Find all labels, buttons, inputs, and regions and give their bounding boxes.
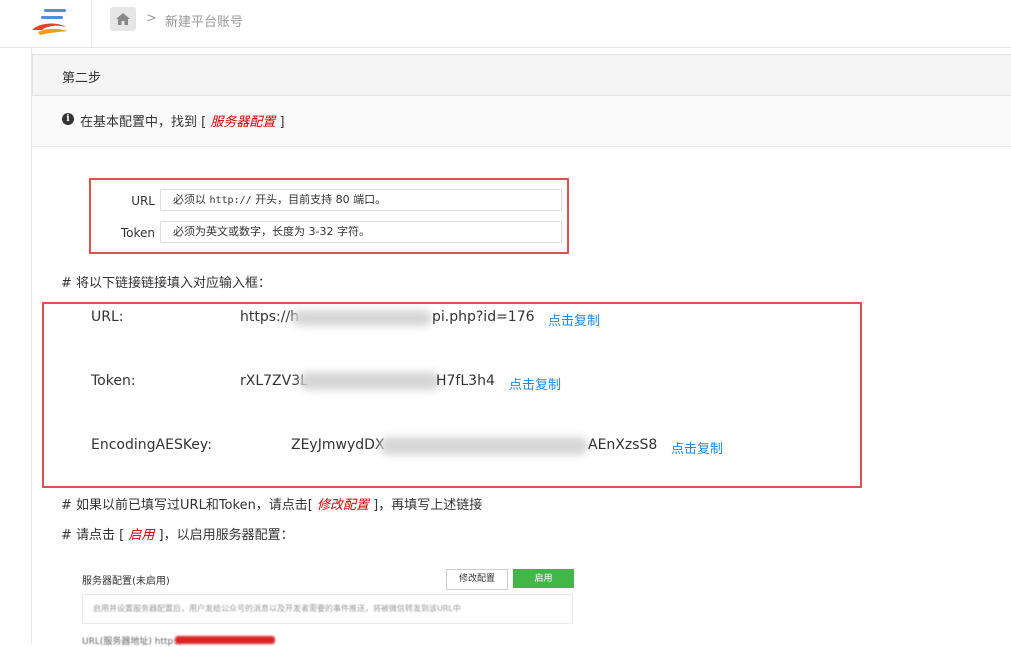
example-url-label: URL <box>131 194 155 208</box>
instruction-enable: # 请点击 [ 启用 ]，以启用服务器配置： <box>61 528 294 543</box>
redacted-aes-key <box>380 437 588 455</box>
breadcrumb-current: 新建平台账号 <box>165 15 244 30</box>
modify-config-button[interactable]: 修改配置 <box>446 569 508 590</box>
credentials-box <box>42 302 862 488</box>
highlight-modify-config: 修改配置 <box>317 498 370 513</box>
url-value-end: pi.php?id=176 <box>432 309 535 325</box>
logo-icon[interactable] <box>28 6 74 38</box>
highlight-enable: 启用 <box>128 528 155 543</box>
token-value-start: rXL7ZV3L <box>240 373 308 389</box>
server-config-title: 服务器配置(未启用) <box>82 576 170 587</box>
aes-key-label: EncodingAESKey: <box>91 437 212 453</box>
header-divider <box>91 0 92 47</box>
example-token-label: Token <box>120 226 155 240</box>
server-config-url-row: URL(服务器地址) http:// <box>82 637 183 647</box>
home-icon <box>116 13 130 25</box>
highlight-server-config: 服务器配置 <box>210 115 276 130</box>
server-config-notice: 启用并设置服务器配置后，用户发给公众号的消息以及开发者需要的事件推送，将被微信转… <box>82 594 573 624</box>
enable-button[interactable]: 启用 <box>513 569 574 588</box>
breadcrumb-separator: > <box>146 11 157 26</box>
top-header: > 新建平台账号 <box>0 0 1011 48</box>
url-label: URL: <box>91 309 124 325</box>
red-redaction-mark <box>175 636 275 644</box>
redacted-url <box>292 310 432 326</box>
aes-value-start: ZEyJmwydDX <box>291 437 385 453</box>
token-label: Token: <box>91 373 136 389</box>
url-value-start: https://h <box>240 309 300 325</box>
step-header: 第二步 <box>32 54 1011 96</box>
step-info-bar: i 在基本配置中，找到 [ 服务器配置 ] <box>32 96 1011 147</box>
example-token-field[interactable]: 必须为英文或数字，长度为 3-32 字符。 <box>160 221 562 243</box>
copy-aes-key-button[interactable]: 点击复制 <box>671 438 723 457</box>
example-url-field[interactable]: 必须以 http:// 开头，目前支持 80 端口。 <box>160 189 562 211</box>
step-info-text: 在基本配置中，找到 [ 服务器配置 ] <box>80 115 285 130</box>
copy-token-button[interactable]: 点击复制 <box>509 374 561 393</box>
home-button[interactable] <box>110 7 136 31</box>
copy-url-button[interactable]: 点击复制 <box>548 310 600 329</box>
info-icon: i <box>62 113 74 125</box>
instruction-fill: # 将以下链接链接填入对应输入框： <box>61 276 272 291</box>
token-value-end: H7fL3h4 <box>436 373 495 389</box>
instruction-modify: # 如果以前已填写过URL和Token，请点击[ 修改配置 ]，再填写上述链接 <box>61 498 483 513</box>
redacted-token <box>300 372 440 390</box>
step-title: 第二步 <box>62 71 102 86</box>
aes-value-end: AEnXzsS8 <box>588 437 658 453</box>
